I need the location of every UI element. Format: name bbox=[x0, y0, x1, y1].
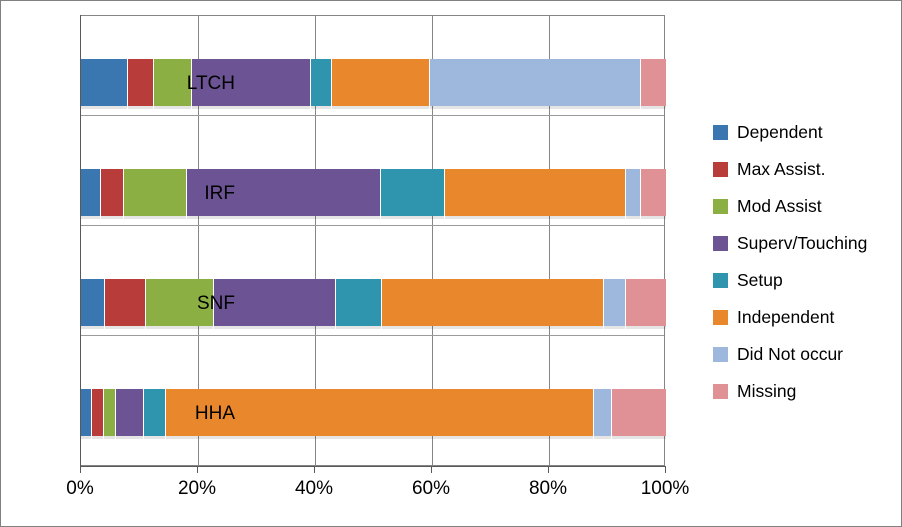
bar-segment-did-not-occur bbox=[603, 279, 627, 329]
category-separator bbox=[81, 115, 664, 116]
legend-label: Independent bbox=[737, 306, 835, 327]
bar-segment-missing bbox=[612, 389, 666, 439]
bar-segment-missing bbox=[640, 59, 667, 109]
legend-item-dependent[interactable]: Dependent bbox=[713, 114, 895, 151]
legend-item-independent[interactable]: Independent bbox=[713, 299, 895, 336]
bar-segment-dependent bbox=[81, 169, 101, 219]
x-axis-label-20pct: 20% bbox=[177, 478, 217, 499]
bar-segment-independent bbox=[444, 169, 627, 219]
legend-swatch-icon bbox=[713, 273, 728, 288]
x-axis-tick bbox=[665, 467, 666, 473]
legend-item-missing[interactable]: Missing bbox=[713, 373, 895, 410]
category-label-ltch: LTCH bbox=[186, 73, 235, 94]
legend-item-superv-touching[interactable]: Superv/Touching bbox=[713, 225, 895, 262]
legend-item-setup[interactable]: Setup bbox=[713, 262, 895, 299]
legend-swatch-icon bbox=[713, 384, 728, 399]
legend-item-max-assist[interactable]: Max Assist. bbox=[713, 151, 895, 188]
x-axis-label-0pct: 0% bbox=[66, 478, 94, 499]
bar-segment-dependent bbox=[81, 389, 93, 439]
legend-item-did-not-occur[interactable]: Did Not occur bbox=[713, 336, 895, 373]
bar-segment-missing bbox=[626, 279, 666, 329]
chart-legend: Dependent Max Assist. Mod Assist Superv/Tou… bbox=[713, 114, 895, 410]
legend-swatch-icon bbox=[713, 125, 728, 140]
legend-swatch-icon bbox=[713, 310, 728, 325]
bar-segment-did-not-occur bbox=[594, 389, 613, 439]
x-axis-tick bbox=[548, 467, 549, 473]
legend-label: Setup bbox=[737, 269, 783, 290]
category-label-snf: SNF bbox=[197, 293, 235, 314]
bar-segment-max-assist bbox=[92, 389, 104, 439]
x-axis-label-60pct: 60% bbox=[411, 478, 451, 499]
category-separator bbox=[81, 225, 664, 226]
legend-label: Max Assist. bbox=[737, 158, 826, 179]
legend-swatch-icon bbox=[713, 236, 728, 251]
category-label-irf: IRF bbox=[204, 183, 235, 204]
x-axis-tick bbox=[314, 467, 315, 473]
category-separator bbox=[81, 335, 664, 336]
bar-segment-setup bbox=[310, 59, 332, 109]
legend-item-mod-assist[interactable]: Mod Assist bbox=[713, 188, 895, 225]
x-axis-label-40pct: 40% bbox=[294, 478, 334, 499]
x-axis-tick bbox=[431, 467, 432, 473]
bar-segment-missing bbox=[640, 169, 667, 219]
legend-label: Superv/Touching bbox=[737, 232, 868, 253]
bar-segment-setup bbox=[336, 279, 383, 329]
bar-segment-independent bbox=[331, 59, 431, 109]
bar-segment-setup bbox=[381, 169, 445, 219]
x-axis-label-100pct: 100% bbox=[640, 478, 690, 499]
x-axis-label-80pct: 80% bbox=[528, 478, 568, 499]
legend-label: Mod Assist bbox=[737, 195, 822, 216]
bar-segment-dependent bbox=[81, 279, 105, 329]
stacked-bar-chart: LTCH IRF SNF HHA 0% 20% 40% 60% 80% 100% Depende… bbox=[0, 0, 902, 527]
legend-label: Dependent bbox=[737, 121, 823, 142]
legend-swatch-icon bbox=[713, 162, 728, 177]
legend-label: Missing bbox=[737, 380, 797, 401]
bar-segment-did-not-occur bbox=[430, 59, 641, 109]
bar-segment-did-not-occur bbox=[626, 169, 641, 219]
category-label-hha: HHA bbox=[194, 403, 235, 424]
bar-segment-independent bbox=[382, 279, 604, 329]
y-axis-line bbox=[80, 15, 81, 467]
legend-swatch-icon bbox=[713, 199, 728, 214]
x-axis-tick bbox=[197, 467, 198, 473]
x-axis-tick bbox=[80, 467, 81, 473]
legend-swatch-icon bbox=[713, 347, 728, 362]
legend-label: Did Not occur bbox=[737, 343, 844, 364]
x-axis-line bbox=[80, 466, 666, 467]
